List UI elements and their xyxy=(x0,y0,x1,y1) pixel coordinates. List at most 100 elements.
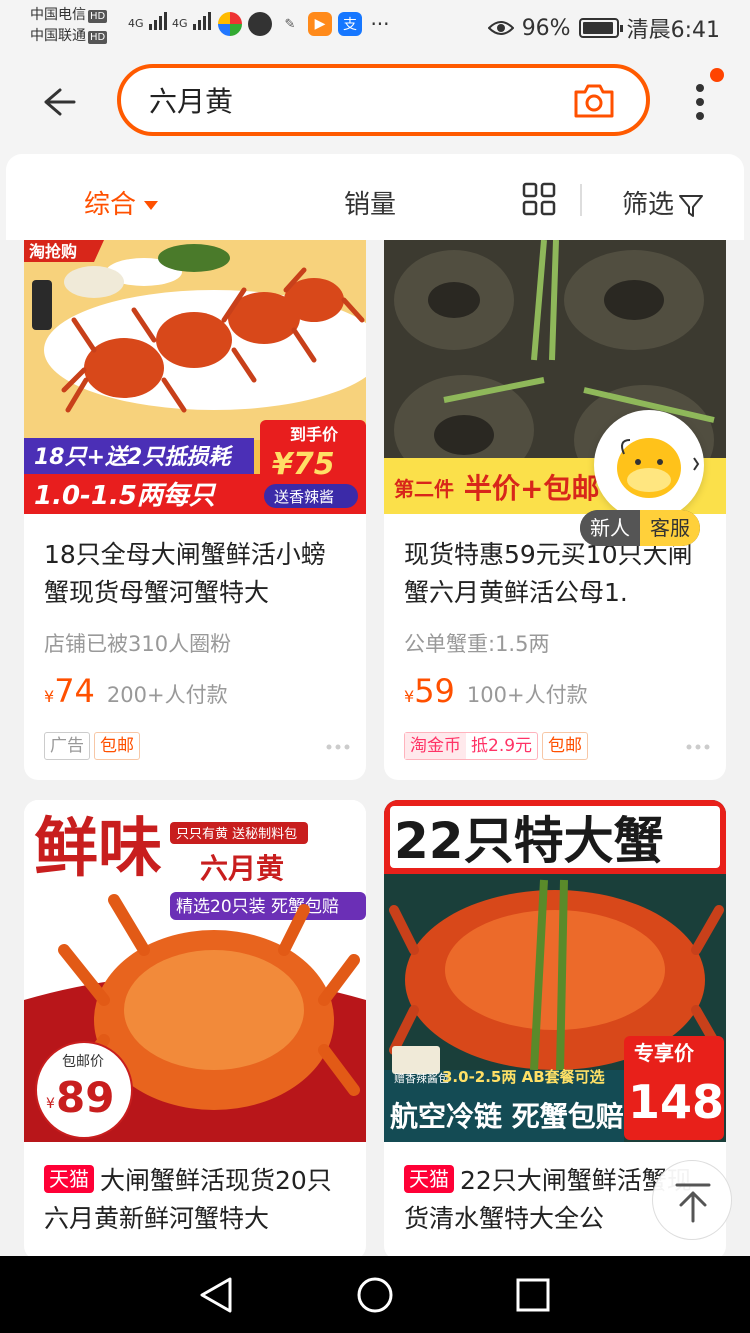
arrow-up-icon xyxy=(675,1183,711,1223)
notification-icons: ✎ ▶ 支 ··· xyxy=(218,12,392,36)
tmall-badge: 天猫 xyxy=(44,1165,94,1193)
payer-count: 100+人付款 xyxy=(466,683,588,707)
video-app-icon: ▶ xyxy=(308,12,332,36)
battery-icon xyxy=(578,18,623,38)
tag-row: 广告 包邮 xyxy=(44,732,140,760)
more-dots-icon[interactable] xyxy=(326,744,350,750)
caret-down-icon xyxy=(144,201,159,210)
tag-row: 淘金币 抵2.9元 包邮 xyxy=(404,732,589,760)
product-card[interactable]: 鲜味 只只有黄 送秘制料包 六月黄 精选20只装 死蟹包赔 包邮价 ¥ 89 天… xyxy=(24,800,366,1260)
signal-bars-icon xyxy=(193,12,212,30)
mascot-bubble[interactable] xyxy=(594,410,704,520)
notification-dot xyxy=(710,68,724,82)
currency: ¥ xyxy=(404,687,415,706)
price: 74 xyxy=(54,672,95,710)
store-followers: 店铺已被310人圈粉 xyxy=(44,632,232,656)
price-row: ¥74 200+人付款 xyxy=(44,672,228,710)
nav-recent-icon[interactable] xyxy=(516,1278,550,1312)
carrier-2: 中国联通 xyxy=(30,28,86,44)
banner-small: 赠香辣酱包 xyxy=(394,1071,449,1085)
banner-line: 精选20只装 死蟹包赔 xyxy=(176,897,339,917)
hd-badge: HD xyxy=(88,10,108,23)
ad-tag: 广告 xyxy=(44,732,90,760)
banner-bottom: 航空冷链 死蟹包赔 xyxy=(390,1100,624,1133)
eye-icon xyxy=(487,21,514,35)
banner-headline: 22只特大蟹 xyxy=(394,812,664,870)
taojinbi-label: 淘金币 xyxy=(405,733,466,759)
system-nav-bar xyxy=(0,1256,750,1333)
product-image[interactable]: 淘抢购 18只+送2只抵损耗 1.0-1.5两每只 到手价 ¥75 送香辣酱 xyxy=(24,240,366,514)
back-arrow-icon[interactable] xyxy=(38,82,78,122)
camera-icon[interactable] xyxy=(572,82,616,120)
service-label: 客服 xyxy=(640,510,700,546)
banner-line-1: 第二件 xyxy=(394,477,454,501)
back-to-top-button[interactable] xyxy=(652,1160,732,1240)
filter-bar: 综合 销量 筛选 xyxy=(0,152,750,240)
mascot-icon xyxy=(617,438,700,498)
sort-comprehensive[interactable]: 综合 xyxy=(84,184,159,221)
currency: ¥ xyxy=(44,687,55,706)
network-label: 4G xyxy=(172,17,188,30)
price: 59 xyxy=(414,672,455,710)
funnel-icon xyxy=(679,194,704,217)
banner-price-label: 包邮价 xyxy=(62,1054,104,1070)
product-title[interactable]: 现货特惠59元买10只大闸蟹六月黄鲜活公母1. xyxy=(404,536,710,612)
banner-big: 鲜味 xyxy=(34,811,162,886)
sort-sales[interactable]: 销量 xyxy=(344,184,396,221)
nav-home-icon[interactable] xyxy=(356,1276,394,1314)
product-title[interactable]: 18只全母大闸蟹鲜活小螃蟹现货母蟹河蟹特大 xyxy=(44,536,350,612)
taojinbi-tag: 淘金币 抵2.9元 xyxy=(404,732,539,760)
banner-sizes: 3.0-2.5两 AB套餐可选 xyxy=(442,1068,605,1086)
signal-1: 4G xyxy=(128,12,168,30)
carrier-1: 中国电信 xyxy=(30,7,86,23)
more-notifications-icon: ··· xyxy=(370,12,390,36)
banner-price: 148 xyxy=(628,1075,724,1129)
product-card[interactable]: 淘抢购 18只+送2只抵损耗 1.0-1.5两每只 到手价 ¥75 送香辣酱 1… xyxy=(24,240,366,780)
new-user-label: 新人 xyxy=(580,510,640,546)
network-label: 4G xyxy=(128,17,144,30)
divider xyxy=(580,184,582,216)
grid-view-icon[interactable] xyxy=(522,182,556,216)
status-bar: 中国电信 HD 中国联通 HD 4G 4G ✎ ▶ 支 ··· 96% 清晨6:41 xyxy=(0,0,750,52)
alipay-icon: 支 xyxy=(338,12,362,36)
clock: 清晨6:41 xyxy=(626,18,720,43)
customer-service-label[interactable]: 新人 客服 xyxy=(580,510,700,546)
battery-percent: 96% xyxy=(521,15,571,41)
carrier-info: 中国电信 HD 中国联通 HD xyxy=(30,5,108,47)
nav-back-icon[interactable] xyxy=(198,1276,234,1314)
banner-price-label: 专享价 xyxy=(634,1041,695,1065)
payer-count: 200+人付款 xyxy=(106,683,228,707)
sort-comprehensive-label: 综合 xyxy=(84,190,137,220)
banner-name: 六月黄 xyxy=(200,852,284,885)
search-header xyxy=(0,52,750,152)
banner-price: 89 xyxy=(56,1073,114,1122)
banner-price: ¥75 xyxy=(272,447,335,482)
search-input[interactable] xyxy=(149,84,549,116)
filter-button[interactable]: 筛选 xyxy=(622,184,704,221)
banner-line-1: 18只+送2只抵损耗 xyxy=(34,445,233,470)
signal-2: 4G xyxy=(172,12,212,30)
signal-bars-icon xyxy=(149,12,168,30)
corner-badge: 淘抢购 xyxy=(29,242,77,261)
more-menu-icon[interactable] xyxy=(694,82,706,122)
price-row: ¥59 100+人付款 xyxy=(404,672,588,710)
more-dots-icon[interactable] xyxy=(686,744,710,750)
filter-label: 筛选 xyxy=(622,190,675,220)
hd-badge: HD xyxy=(88,31,108,44)
price-label: 到手价 xyxy=(290,425,339,444)
free-shipping-tag: 包邮 xyxy=(542,732,589,760)
tmall-badge: 天猫 xyxy=(404,1165,454,1193)
banner-ribbon: 只只有黄 送秘制料包 xyxy=(176,827,297,842)
search-box[interactable] xyxy=(117,64,650,136)
product-title[interactable]: 天猫 大闸蟹鲜活现货20只六月黄新鲜河蟹特大 xyxy=(44,1162,350,1238)
app-notification-icon xyxy=(218,12,242,36)
taojinbi-discount: 抵2.9元 xyxy=(471,736,533,756)
banner-line-2: 1.0-1.5两每只 xyxy=(34,481,217,511)
free-shipping-tag: 包邮 xyxy=(94,732,140,760)
app-notification-icon: ✎ xyxy=(284,16,296,32)
status-right: 96% 清晨6:41 xyxy=(487,12,720,44)
product-image[interactable]: 鲜味 只只有黄 送秘制料包 六月黄 精选20只装 死蟹包赔 包邮价 ¥ 89 xyxy=(24,800,366,1142)
customer-service-float[interactable]: 新人 客服 xyxy=(580,410,726,546)
banner-currency: ¥ xyxy=(46,1096,55,1112)
product-image[interactable]: 22只特大蟹 赠香辣酱包 3.0-2.5两 AB套餐可选 航空冷链 死蟹包赔 专… xyxy=(384,800,726,1142)
